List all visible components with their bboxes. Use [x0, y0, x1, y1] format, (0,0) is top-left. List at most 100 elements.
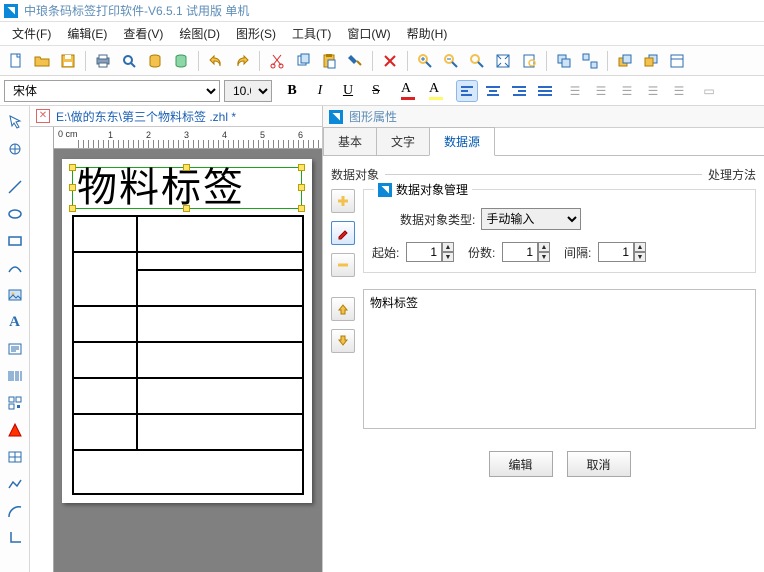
- resize-handle[interactable]: [69, 164, 76, 171]
- image-tool[interactable]: [3, 283, 27, 307]
- remove-object-button[interactable]: [331, 253, 355, 277]
- zoom-in-button[interactable]: [413, 49, 437, 73]
- resize-handle[interactable]: [69, 205, 76, 212]
- zoom-out-button[interactable]: [439, 49, 463, 73]
- front-button[interactable]: [613, 49, 637, 73]
- pan-tool[interactable]: [3, 137, 27, 161]
- spin-down-icon[interactable]: ▼: [442, 252, 454, 262]
- zoom-full-button[interactable]: [491, 49, 515, 73]
- group-button[interactable]: [552, 49, 576, 73]
- save-button[interactable]: [56, 49, 80, 73]
- resize-handle[interactable]: [183, 205, 190, 212]
- back-button[interactable]: [639, 49, 663, 73]
- move-up-button[interactable]: [331, 297, 355, 321]
- selected-text-object[interactable]: 物料标签: [72, 167, 302, 209]
- menu-shape[interactable]: 图形(S): [230, 23, 282, 44]
- align-left-button[interactable]: [456, 80, 478, 102]
- resize-handle[interactable]: [298, 164, 305, 171]
- italic-button[interactable]: I: [308, 79, 332, 103]
- move-down-button[interactable]: [331, 329, 355, 353]
- start-input[interactable]: [406, 242, 442, 262]
- format-paint-button[interactable]: [343, 49, 367, 73]
- gap-spinner[interactable]: ▲▼: [598, 242, 646, 262]
- arc-tool[interactable]: [3, 499, 27, 523]
- menu-file[interactable]: 文件(F): [6, 23, 57, 44]
- menu-edit[interactable]: 编辑(E): [61, 23, 113, 44]
- triangle-tool[interactable]: [3, 418, 27, 442]
- start-spinner[interactable]: ▲▼: [406, 242, 454, 262]
- resize-handle[interactable]: [183, 164, 190, 171]
- content-textarea[interactable]: 物料标签: [363, 289, 756, 429]
- spin-up-icon[interactable]: ▲: [442, 242, 454, 252]
- gap-input[interactable]: [598, 242, 634, 262]
- resize-handle[interactable]: [298, 205, 305, 212]
- text-tool[interactable]: A: [3, 310, 27, 334]
- font-color-button[interactable]: A: [396, 79, 420, 103]
- font-size-select[interactable]: 10.0: [224, 80, 272, 102]
- curve-tool[interactable]: [3, 256, 27, 280]
- polyline-tool[interactable]: [3, 472, 27, 496]
- barcode-tool[interactable]: [3, 364, 27, 388]
- tab-text[interactable]: 文字: [376, 127, 430, 155]
- qrcode-tool[interactable]: [3, 391, 27, 415]
- corner-tool[interactable]: [3, 526, 27, 550]
- zoom-fit-button[interactable]: [465, 49, 489, 73]
- align-justify-button[interactable]: [534, 80, 556, 102]
- document-area: ✕ E:\做的东东\第三个物料标签 .zhl * 0 cm 1 2 3 4 5 …: [30, 106, 322, 572]
- database2-button[interactable]: [169, 49, 193, 73]
- rect-tool[interactable]: [3, 229, 27, 253]
- richtext-tool[interactable]: [3, 337, 27, 361]
- highlight-button[interactable]: A: [424, 79, 448, 103]
- ungroup-button[interactable]: [578, 49, 602, 73]
- open-button[interactable]: [30, 49, 54, 73]
- resize-handle[interactable]: [298, 184, 305, 191]
- spin-down-icon[interactable]: ▼: [634, 252, 646, 262]
- undo-button[interactable]: [204, 49, 228, 73]
- align-right-button[interactable]: [508, 80, 530, 102]
- underline-button[interactable]: U: [336, 79, 360, 103]
- print-button[interactable]: [91, 49, 115, 73]
- bold-button[interactable]: B: [280, 79, 304, 103]
- cancel-button[interactable]: 取消: [567, 451, 631, 477]
- layer-button[interactable]: [665, 49, 689, 73]
- database-button[interactable]: [143, 49, 167, 73]
- paste-button[interactable]: [317, 49, 341, 73]
- tab-datasource[interactable]: 数据源: [429, 127, 495, 156]
- type-select[interactable]: 手动输入: [481, 208, 581, 230]
- count-input[interactable]: [502, 242, 538, 262]
- resize-handle[interactable]: [69, 184, 76, 191]
- fit-page-button[interactable]: [517, 49, 541, 73]
- pointer-tool[interactable]: [3, 110, 27, 134]
- spin-down-icon[interactable]: ▼: [538, 252, 550, 262]
- menu-tools[interactable]: 工具(T): [286, 23, 337, 44]
- spin-up-icon[interactable]: ▲: [634, 242, 646, 252]
- line-tool[interactable]: [3, 175, 27, 199]
- cut-button[interactable]: [265, 49, 289, 73]
- close-tab-icon[interactable]: ✕: [36, 109, 50, 123]
- count-spinner[interactable]: ▲▼: [502, 242, 550, 262]
- font-name-select[interactable]: 宋体: [4, 80, 220, 102]
- canvas[interactable]: 物料标签: [54, 149, 322, 572]
- strike-button[interactable]: S: [364, 79, 388, 103]
- menu-view[interactable]: 查看(V): [117, 23, 169, 44]
- font-toolbar: 宋体 10.0 B I U S A A ☰ ☰ ☰ ☰ ☰ ▭: [0, 76, 764, 106]
- preview-button[interactable]: [117, 49, 141, 73]
- disabled-button: ☰: [564, 80, 586, 102]
- tab-basic[interactable]: 基本: [323, 127, 377, 155]
- add-object-button[interactable]: [331, 189, 355, 213]
- table-tool[interactable]: [3, 445, 27, 469]
- new-button[interactable]: [4, 49, 28, 73]
- copy-button[interactable]: [291, 49, 315, 73]
- menu-draw[interactable]: 绘图(D): [173, 23, 226, 44]
- spin-up-icon[interactable]: ▲: [538, 242, 550, 252]
- menu-help[interactable]: 帮助(H): [401, 23, 454, 44]
- document-tab[interactable]: ✕ E:\做的东东\第三个物料标签 .zhl *: [30, 106, 322, 127]
- align-center-button[interactable]: [482, 80, 504, 102]
- ellipse-tool[interactable]: [3, 202, 27, 226]
- edit-button[interactable]: 编辑: [489, 451, 553, 477]
- edit-object-button[interactable]: [331, 221, 355, 245]
- delete-button[interactable]: [378, 49, 402, 73]
- label-table[interactable]: [72, 215, 304, 495]
- redo-button[interactable]: [230, 49, 254, 73]
- menu-window[interactable]: 窗口(W): [341, 23, 396, 44]
